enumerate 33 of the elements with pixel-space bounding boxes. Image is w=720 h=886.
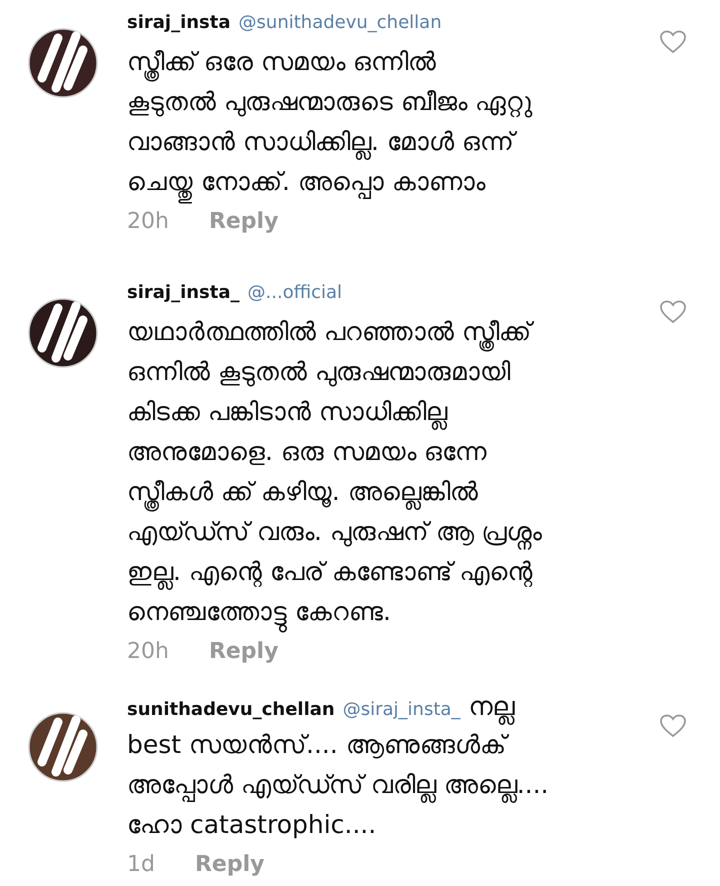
mention-link[interactable]: @siraj_insta_ (342, 695, 460, 725)
avatar[interactable] (28, 712, 98, 782)
mention-link[interactable]: @sunithadevu_chellan (238, 8, 442, 38)
comment-text: സ്ത്രീക്ക് ഒരേ സമയം ഒന്നിൽ (127, 42, 660, 82)
comment-text: ഇല്ല. എന്റെ പേര് കണ്ടോണ്ട് എന്റെ (127, 552, 660, 592)
timestamp: 1d (127, 851, 155, 879)
comment-text: കൂടുതൽ പുരുഷന്മാരുടെ ബീജം ഏറ്റു (127, 86, 534, 120)
username[interactable]: siraj_insta_ (127, 278, 240, 308)
heart-icon[interactable] (660, 300, 686, 324)
comment-text: സ്ത്രീകൾ ക്ക് കഴിയൂ. അല്ലെങ്കിൽ (127, 472, 660, 512)
mention-link[interactable]: @...official (248, 278, 342, 308)
comment-text: best സയൻസ്.... ആണുങ്ങൾക് (127, 725, 660, 765)
timestamp: 20h (127, 208, 169, 236)
comment-text: ഒന്നിൽ കൂടുതൽ പുരുഷന്മാരുമായി (127, 356, 511, 388)
heart-icon[interactable] (660, 714, 686, 738)
heart-icon[interactable] (660, 30, 686, 54)
comment-text: ഹോ catastrophic.... (127, 809, 378, 841)
comment-text: അനുമോളെ. ഒരു സമയം ഒന്നേ (127, 436, 488, 468)
comment-text: എയ്ഡ്സ് വരും. പുരുഷന് ആ പ്രശ്നം (127, 512, 660, 552)
reply-button[interactable]: Reply (208, 638, 278, 666)
comment-text: നെഞ്ചത്തോട്ടു കേറണ്ട. (127, 592, 660, 632)
avatar[interactable] (28, 28, 98, 98)
avatar[interactable] (28, 298, 98, 368)
comment-text: യഥാർത്ഥത്തിൽ പറഞ്ഞാൽ സ്ത്രീക്ക് (127, 312, 660, 352)
timestamp: 20h (127, 638, 169, 666)
comment-text: വാങ്ങാൻ സാധിക്കില്ല. മോൾ ഒന്ന് (127, 122, 660, 162)
username[interactable]: siraj_insta (127, 8, 231, 38)
comment-text: അപ്പോൾ എയ്ഡ്സ് വരില്ല അല്ലെ.... (127, 765, 660, 805)
reply-button[interactable]: Reply (208, 208, 278, 236)
comment-text: ചെയ്തു നോക്ക്. അപ്പൊ കാണാം (127, 162, 660, 202)
comment-text: കിടക്ക പങ്കിടാൻ സാധിക്കില്ല (127, 392, 660, 432)
username[interactable]: sunithadevu_chellan (127, 695, 335, 725)
reply-button[interactable]: Reply (194, 851, 264, 879)
